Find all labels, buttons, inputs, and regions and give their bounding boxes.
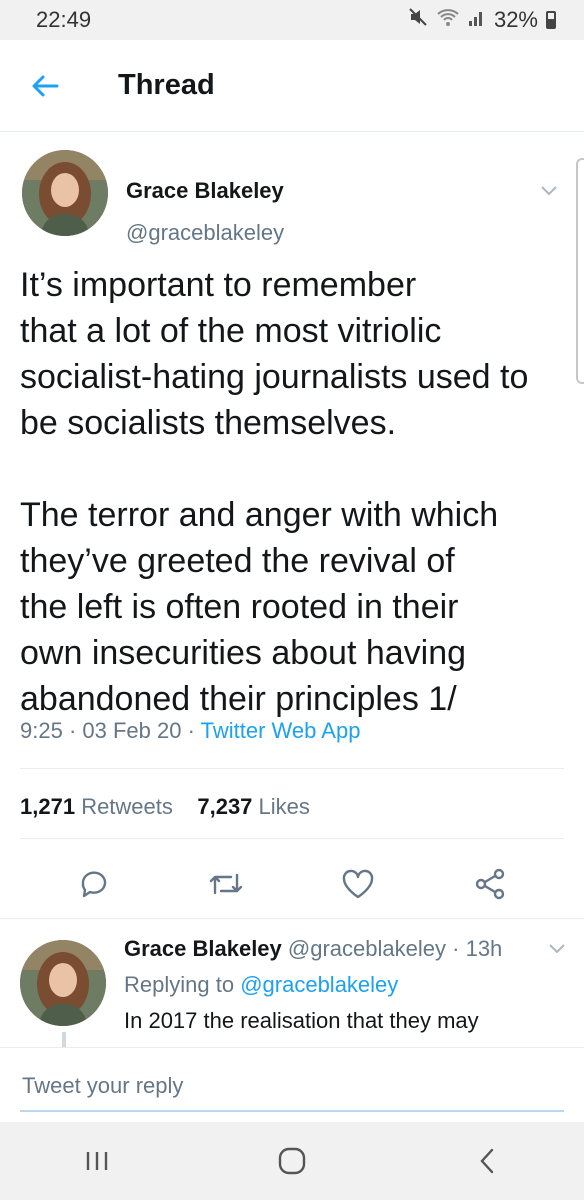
retweets-stat[interactable]: 1,271 Retweets: [20, 794, 173, 819]
replying-prefix: Replying to: [124, 972, 235, 997]
author-name[interactable]: Grace Blakeley: [126, 178, 284, 204]
back-button[interactable]: [0, 40, 90, 132]
battery-percent: 32%: [493, 7, 538, 32]
divider: [0, 918, 584, 919]
author-handle[interactable]: @graceblakeley: [126, 220, 284, 246]
home-button[interactable]: [262, 1131, 322, 1191]
signal-icon: [468, 7, 486, 33]
likes-label: Likes: [258, 794, 310, 819]
app-header: Thread: [0, 40, 584, 132]
reply-header: Grace Blakeley @graceblakeley · 13h: [124, 936, 502, 962]
thread-line: [62, 1032, 66, 1048]
meta-separator: ·: [187, 718, 201, 743]
reply-text: In 2017 the realisation that they may: [124, 1008, 479, 1033]
system-back-button[interactable]: [457, 1131, 517, 1191]
status-icons: 32%: [408, 7, 556, 33]
status-bar: 22:49 32%: [0, 0, 584, 40]
mute-icon: [408, 7, 428, 33]
recent-apps-button[interactable]: [67, 1131, 127, 1191]
divider: [20, 838, 564, 839]
tweet-meta: 9:25 · 03 Feb 20 · Twitter Web App: [20, 718, 360, 744]
tweet-source-link[interactable]: Twitter Web App: [201, 718, 361, 743]
likes-stat[interactable]: 7,237 Likes: [197, 794, 310, 819]
retweet-button[interactable]: [206, 864, 246, 904]
arrow-left-icon: [32, 75, 59, 96]
tweet-date: 03 Feb 20: [82, 718, 182, 743]
status-time: 22:49: [36, 7, 92, 32]
retweets-count: 1,271: [20, 794, 76, 819]
heart-icon: [342, 869, 374, 899]
meta-separator: ·: [68, 718, 83, 743]
avatar[interactable]: [22, 150, 108, 236]
tweet-author[interactable]: Grace Blakeley @graceblakeley: [22, 150, 562, 245]
page-title: Thread: [118, 69, 215, 101]
scrollbar-thumb[interactable]: [576, 158, 584, 384]
replying-to: Replying to @graceblakeley: [124, 972, 398, 998]
tweet-stats: 1,271 Retweets 7,237 Likes: [20, 794, 310, 820]
reply-input[interactable]: [20, 1062, 564, 1112]
replying-to-link[interactable]: @graceblakeley: [240, 972, 398, 997]
reply-author-handle[interactable]: @graceblakeley: [288, 936, 446, 961]
reply-author-name[interactable]: Grace Blakeley: [124, 936, 282, 961]
recent-apps-icon: [87, 1152, 108, 1170]
reply-tweet[interactable]: Grace Blakeley @graceblakeley · 13h Repl…: [0, 920, 584, 1048]
likes-count: 7,237: [197, 794, 253, 819]
retweets-label: Retweets: [81, 794, 173, 819]
reply-composer: [0, 1048, 584, 1122]
share-icon: [475, 868, 505, 900]
system-nav-bar: [0, 1122, 584, 1200]
divider: [20, 768, 564, 769]
like-button[interactable]: [338, 864, 378, 904]
battery-icon: [546, 11, 556, 29]
reply-age: 13h: [465, 936, 503, 961]
avatar[interactable]: [20, 940, 106, 1026]
chevron-down-icon[interactable]: [540, 180, 558, 203]
reply-button[interactable]: [74, 864, 114, 904]
share-button[interactable]: [470, 864, 510, 904]
chevron-down-icon[interactable]: [548, 938, 566, 961]
reply-icon: [81, 871, 107, 898]
tweet-time: 9:25: [20, 718, 63, 743]
home-icon: [278, 1147, 306, 1175]
retweet-icon: [209, 873, 243, 895]
tweet-actions: [0, 852, 584, 916]
tweet-text: It’s important to remember that a lot of…: [20, 266, 529, 718]
wifi-icon: [436, 7, 460, 33]
chevron-left-icon: [480, 1148, 493, 1174]
meta-separator: ·: [452, 936, 466, 961]
